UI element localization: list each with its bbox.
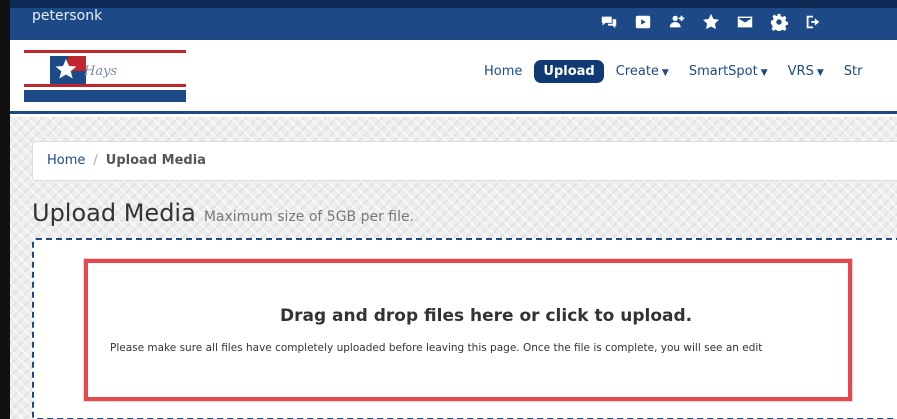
nav-upload[interactable]: Upload <box>534 60 604 83</box>
page-title: Upload Media <box>32 199 196 227</box>
logo-text: Hays <box>84 64 118 79</box>
nav-smartspot-label: SmartSpot <box>688 64 758 79</box>
logout-icon[interactable] <box>796 10 830 34</box>
username[interactable]: petersonk <box>32 8 102 24</box>
user-add-icon[interactable] <box>660 10 694 34</box>
nav-home[interactable]: Home <box>476 60 530 83</box>
left-edge-bar <box>0 0 10 419</box>
page-heading: Upload Media Maximum size of 5GB per fil… <box>32 199 414 227</box>
texas-star-icon <box>50 56 86 86</box>
highlight-box <box>84 259 852 401</box>
caret-down-icon: ▼ <box>661 68 669 78</box>
mail-icon[interactable] <box>728 10 762 34</box>
dropzone-title: Drag and drop files here or click to upl… <box>280 306 693 326</box>
caret-down-icon: ▼ <box>760 68 768 78</box>
content-area: Home / Upload Media Upload Media Maximum s… <box>10 117 897 419</box>
page-subtitle: Maximum size of 5GB per file. <box>203 209 415 225</box>
nav-create-label: Create <box>615 64 659 79</box>
toolbar-icons <box>592 10 830 34</box>
page: petersonk Hays Home Upload Create ▼ Smar… <box>10 0 897 419</box>
hays-logo[interactable]: Hays <box>24 50 186 102</box>
nav-menu: Home Upload Create ▼ SmartSpot ▼ VRS ▼ Str <box>476 60 874 83</box>
nav-vrs-label: VRS <box>787 64 814 79</box>
top-user-bar: petersonk <box>10 0 897 40</box>
nav-more[interactable]: Str <box>836 60 871 83</box>
dropzone-note: Please make sure all files have complete… <box>110 342 763 354</box>
logo-blue-band <box>24 90 186 102</box>
nav-vrs[interactable]: VRS ▼ <box>780 60 832 83</box>
chat-icon[interactable] <box>592 10 626 34</box>
caret-down-icon: ▼ <box>816 68 824 78</box>
breadcrumb-separator: / <box>93 153 98 168</box>
logo-red-line <box>24 50 186 53</box>
video-icon[interactable] <box>626 10 660 34</box>
main-nav-bar: Hays Home Upload Create ▼ SmartSpot ▼ VRS ▼… <box>10 40 897 114</box>
breadcrumb: Home / Upload Media <box>32 141 897 181</box>
star-icon[interactable] <box>694 10 728 34</box>
breadcrumb-home[interactable]: Home <box>47 153 85 168</box>
nav-create[interactable]: Create ▼ <box>608 60 677 83</box>
gear-icon[interactable] <box>762 10 796 34</box>
upload-dropzone[interactable]: Drag and drop files here or click to upl… <box>32 238 897 419</box>
breadcrumb-current: Upload Media <box>105 153 206 168</box>
nav-smartspot[interactable]: SmartSpot ▼ <box>681 60 776 83</box>
